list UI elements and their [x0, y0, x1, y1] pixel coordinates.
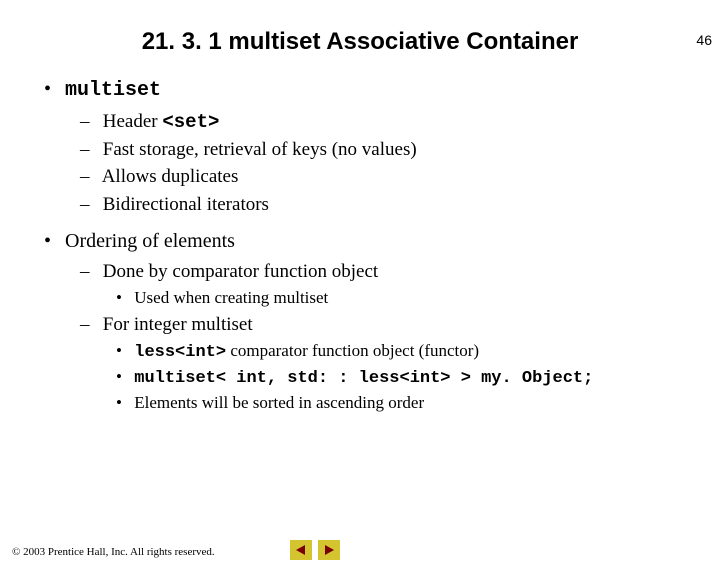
slide-content: • multiset – Header <set> – Fast storage…	[0, 76, 720, 415]
bullet-used-creating: • Used when creating multiset	[116, 287, 700, 309]
prev-slide-button[interactable]	[290, 540, 312, 560]
code-text: multiset< int, std: : less<int> > my. Ob…	[134, 369, 593, 388]
bullet-marker: •	[116, 287, 130, 309]
triangle-right-icon	[323, 544, 335, 556]
bullet-less-int: • less<int> comparator function object (…	[116, 340, 700, 364]
bullet-allows-duplicates: – Allows duplicates	[80, 165, 700, 190]
bullet-text: Allows duplicates	[102, 166, 239, 187]
bullet-comparator: – Done by comparator function object	[80, 260, 700, 285]
bullet-text: Elements will be sorted in ascending ord…	[134, 393, 424, 412]
bullet-marker: •	[116, 392, 130, 414]
bullet-text: comparator function object (functor)	[226, 341, 479, 360]
triangle-left-icon	[295, 544, 307, 556]
dash-marker: –	[80, 193, 98, 218]
code-text: less<int>	[134, 343, 226, 362]
bullet-text: For integer multiset	[103, 314, 253, 335]
bullet-integer-multiset: – For integer multiset	[80, 313, 700, 338]
page-number: 46	[696, 32, 712, 48]
code-text: <set>	[162, 111, 219, 133]
dash-marker: –	[80, 313, 98, 338]
dash-marker: –	[80, 138, 98, 163]
dash-marker: –	[80, 260, 98, 285]
bullet-ascending: • Elements will be sorted in ascending o…	[116, 392, 700, 414]
bullet-multiset-decl: • multiset< int, std: : less<int> > my. …	[116, 366, 700, 390]
bullet-marker: •	[44, 228, 60, 254]
bullet-ordering: • Ordering of elements	[44, 228, 700, 254]
bullet-marker: •	[44, 76, 60, 102]
bullet-marker: •	[116, 340, 130, 362]
dash-marker: –	[80, 110, 98, 135]
bullet-multiset: • multiset	[44, 76, 700, 104]
dash-marker: –	[80, 165, 98, 190]
bullet-text: Ordering of elements	[65, 230, 235, 252]
copyright-footer: © 2003 Prentice Hall, Inc. All rights re…	[12, 546, 215, 558]
bullet-bidirectional: – Bidirectional iterators	[80, 193, 700, 218]
next-slide-button[interactable]	[318, 540, 340, 560]
bullet-text: Bidirectional iterators	[103, 194, 269, 215]
bullet-header-set: – Header <set>	[80, 110, 700, 135]
bullet-marker: •	[116, 366, 130, 388]
bullet-text: Header	[103, 111, 163, 132]
bullet-text: multiset	[65, 79, 161, 102]
nav-arrows	[290, 540, 340, 560]
bullet-fast-storage: – Fast storage, retrieval of keys (no va…	[80, 138, 700, 163]
bullet-text: Fast storage, retrieval of keys (no valu…	[103, 139, 417, 160]
bullet-text: Done by comparator function object	[103, 261, 378, 282]
bullet-text: Used when creating multiset	[134, 288, 328, 307]
slide-title: 21. 3. 1 multiset Associative Container	[0, 28, 720, 56]
